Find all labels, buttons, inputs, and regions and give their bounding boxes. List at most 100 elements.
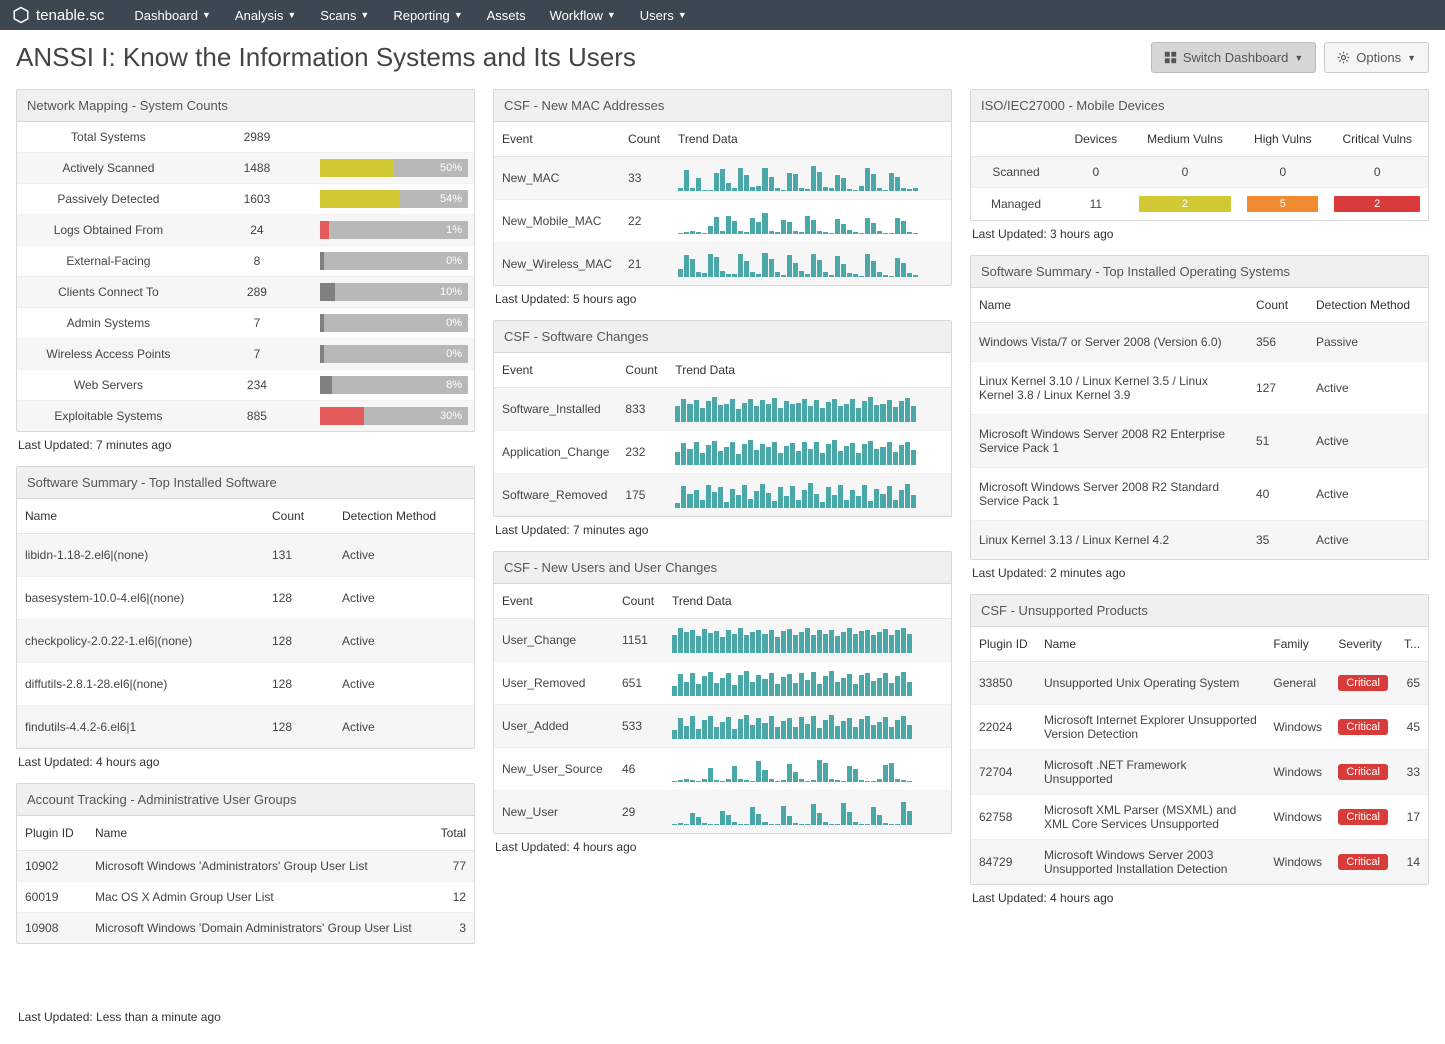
table-row[interactable]: Actively Scanned148850% (17, 153, 474, 184)
gear-icon (1337, 51, 1350, 64)
table-row[interactable]: 22024Microsoft Internet Explorer Unsuppo… (971, 705, 1428, 750)
table-row[interactable]: findutils-4.4.2-6.el6|1128Active (17, 706, 474, 749)
severity-badge: Critical (1338, 719, 1388, 735)
table-row[interactable]: 33850Unsupported Unix Operating SystemGe… (971, 662, 1428, 705)
table-row[interactable]: Exploitable Systems88530% (17, 401, 474, 432)
table-row[interactable]: basesystem-10.0-4.el6|(none)128Active (17, 577, 474, 620)
table-row[interactable]: 10902Microsoft Windows 'Administrators' … (17, 851, 474, 882)
system-counts-table: Total Systems2989Actively Scanned148850%… (17, 122, 474, 431)
nav-item-users[interactable]: Users ▼ (640, 8, 687, 23)
table-row[interactable]: 84729Microsoft Windows Server 2003 Unsup… (971, 840, 1428, 885)
table-row[interactable]: User_Added533 (494, 705, 951, 748)
nav-item-scans[interactable]: Scans ▼ (320, 8, 369, 23)
last-updated: Last Updated: 7 minutes ago (16, 432, 475, 452)
table-row[interactable]: User_Change1151 (494, 619, 951, 662)
top-navbar: tenable.sc Dashboard ▼ Analysis ▼ Scans ▼ R… (0, 0, 1445, 30)
widget-title: ISO/IEC27000 - Mobile Devices (971, 90, 1428, 122)
chevron-down-icon: ▼ (287, 10, 296, 20)
widget-software-os: Software Summary - Top Installed Operati… (970, 255, 1429, 580)
table-row[interactable]: libidn-1.18-2.el6|(none)131Active (17, 534, 474, 577)
chevron-down-icon: ▼ (607, 10, 616, 20)
trend-sparkline (672, 713, 912, 739)
widget-title: Software Summary - Top Installed Softwar… (17, 467, 474, 499)
table-row[interactable]: Wireless Access Points70% (17, 339, 474, 370)
last-updated: Last Updated: 4 hours ago (493, 834, 952, 854)
table-row[interactable]: Software_Installed833 (494, 388, 951, 431)
table-row[interactable]: Web Servers2348% (17, 370, 474, 401)
mac-table: EventCountTrend DataNew_MAC33New_Mobile_… (494, 122, 951, 285)
table-row[interactable]: Software_Removed175 (494, 474, 951, 517)
dashboard-grid: Network Mapping - System Counts Total Sy… (0, 89, 1445, 1044)
widget-title: CSF - Software Changes (494, 321, 951, 353)
trend-sparkline (675, 396, 915, 422)
page-title: ANSSI I: Know the Information Systems an… (16, 42, 636, 73)
widget-csf-users: CSF - New Users and User Changes EventCo… (493, 551, 952, 854)
header-actions: Switch Dashboard ▼ Options ▼ (1151, 42, 1429, 73)
user-changes-table: EventCountTrend DataUser_Change1151User_… (494, 584, 951, 833)
brand-logo[interactable]: tenable.sc (12, 6, 104, 24)
trend-sparkline (678, 165, 918, 191)
last-updated: Last Updated: 3 hours ago (970, 221, 1429, 241)
table-row[interactable]: New_User_Source46 (494, 748, 951, 791)
hexagon-icon (12, 6, 30, 24)
table-row[interactable]: User_Removed651 (494, 662, 951, 705)
widget-network-mapping: Network Mapping - System Counts Total Sy… (16, 89, 475, 452)
admin-groups-table: Plugin IDNameTotal10902Microsoft Windows… (17, 816, 474, 943)
table-row[interactable]: 10908Microsoft Windows 'Domain Administr… (17, 913, 474, 944)
table-row[interactable]: Passively Detected160354% (17, 184, 474, 215)
trend-sparkline (672, 756, 912, 782)
nav-item-reporting[interactable]: Reporting ▼ (393, 8, 462, 23)
table-row[interactable]: New_MAC33 (494, 157, 951, 200)
last-updated: Last Updated: 7 minutes ago (493, 517, 952, 537)
table-row[interactable]: Admin Systems70% (17, 308, 474, 339)
dashboard-column-2: CSF - New MAC Addresses EventCountTrend … (493, 89, 952, 1024)
table-row[interactable]: External-Facing80% (17, 246, 474, 277)
table-row[interactable]: New_Wireless_MAC21 (494, 243, 951, 286)
options-button[interactable]: Options ▼ (1324, 42, 1429, 73)
brand-text: tenable.sc (36, 7, 104, 24)
chevron-down-icon: ▼ (1294, 53, 1303, 63)
widget-title: Network Mapping - System Counts (17, 90, 474, 122)
trend-sparkline (672, 627, 912, 653)
trend-sparkline (675, 439, 915, 465)
severity-badge: Critical (1338, 809, 1388, 825)
widget-software-summary: Software Summary - Top Installed Softwar… (16, 466, 475, 769)
table-row[interactable]: New_User29 (494, 791, 951, 834)
table-row[interactable]: Clients Connect To28910% (17, 277, 474, 308)
nav-item-dashboard[interactable]: Dashboard ▼ (134, 8, 211, 23)
table-row[interactable]: Linux Kernel 3.10 / Linux Kernel 3.5 / L… (971, 362, 1428, 415)
unsupported-table: Plugin IDNameFamilySeverityT...33850Unsu… (971, 627, 1428, 884)
chevron-down-icon: ▼ (454, 10, 463, 20)
nav-item-assets[interactable]: Assets (487, 8, 526, 23)
table-row[interactable]: diffutils-2.8.1-28.el6|(none)128Active (17, 663, 474, 706)
table-row[interactable]: Microsoft Windows Server 2008 R2 Standar… (971, 468, 1428, 521)
widget-title: Account Tracking - Administrative User G… (17, 784, 474, 816)
nav-item-analysis[interactable]: Analysis ▼ (235, 8, 296, 23)
trend-sparkline (678, 208, 918, 234)
table-row[interactable]: Linux Kernel 3.13 / Linux Kernel 4.235Ac… (971, 521, 1428, 560)
table-row[interactable]: 62758Microsoft XML Parser (MSXML) and XM… (971, 795, 1428, 840)
table-row[interactable]: 60019Mac OS X Admin Group User List12 (17, 882, 474, 913)
trend-sparkline (675, 482, 915, 508)
severity-badge: Critical (1338, 675, 1388, 691)
table-row[interactable]: Application_Change232 (494, 431, 951, 474)
last-updated: Last Updated: 2 minutes ago (970, 560, 1429, 580)
table-row[interactable]: Logs Obtained From241% (17, 215, 474, 246)
trend-sparkline (672, 799, 912, 825)
switch-dashboard-button[interactable]: Switch Dashboard ▼ (1151, 42, 1316, 73)
table-row[interactable]: Windows Vista/7 or Server 2008 (Version … (971, 323, 1428, 362)
severity-badge: Critical (1338, 764, 1388, 780)
dashboard-column-3: ISO/IEC27000 - Mobile Devices DevicesMed… (970, 89, 1429, 1024)
table-row[interactable]: Microsoft Windows Server 2008 R2 Enterpr… (971, 415, 1428, 468)
table-row[interactable]: Managed11252 (971, 188, 1428, 221)
table-row[interactable]: checkpolicy-2.0.22-1.el6|(none)128Active (17, 620, 474, 663)
table-row[interactable]: 72704Microsoft .NET Framework Unsupporte… (971, 750, 1428, 795)
table-row[interactable]: Total Systems2989 (17, 122, 474, 153)
os-table: NameCountDetection MethodWindows Vista/7… (971, 288, 1428, 559)
table-row[interactable]: Scanned0000 (971, 157, 1428, 188)
table-row[interactable]: New_Mobile_MAC22 (494, 200, 951, 243)
nav-item-workflow[interactable]: Workflow ▼ (550, 8, 616, 23)
last-updated: Last Updated: 4 hours ago (970, 885, 1429, 905)
widget-title: CSF - Unsupported Products (971, 595, 1428, 627)
mobile-devices-table: DevicesMedium VulnsHigh VulnsCritical Vu… (971, 122, 1428, 220)
